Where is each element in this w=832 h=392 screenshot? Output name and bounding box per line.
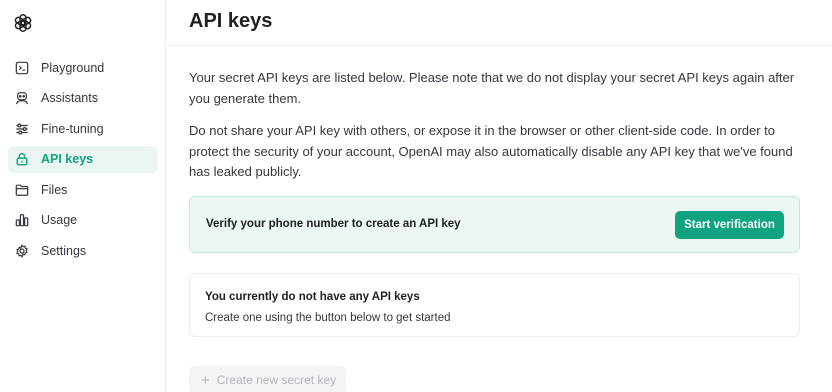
sidebar-item-assistants[interactable]: Assistants [8, 85, 158, 112]
bar-chart-icon [14, 212, 30, 228]
sidebar-item-label: Usage [41, 213, 78, 228]
sidebar-item-api-keys[interactable]: API keys [8, 145, 158, 173]
page-title: API keys [189, 10, 273, 32]
robot-icon [14, 90, 30, 106]
empty-state-card: You currently do not have any API keys C… [189, 273, 800, 337]
terminal-icon [14, 60, 30, 76]
create-secret-key-label: Create new secret key [216, 373, 337, 387]
empty-state-subtitle: Create one using the button below to get… [205, 312, 451, 324]
sidebar-item-fine-tuning[interactable]: Fine-tuning [8, 115, 158, 142]
main-content: Your secret API keys are listed below. P… [189, 68, 801, 392]
sidebar-item-label: API keys [41, 152, 94, 167]
start-verification-button[interactable]: Start verification [675, 211, 784, 239]
folder-icon [14, 182, 30, 198]
sidebar-nav: Playground Assistants Fine-tuning API ke… [8, 54, 158, 268]
sidebar-item-label: Settings [41, 244, 87, 259]
sidebar-item-label: Assistants [41, 91, 98, 106]
sidebar-item-playground[interactable]: Playground [8, 54, 158, 81]
sidebar-item-usage[interactable]: Usage [8, 207, 158, 234]
lock-icon [14, 151, 30, 167]
sidebar-item-settings[interactable]: Settings [8, 238, 158, 265]
warning-text: Do not share your API key with others, o… [189, 123, 793, 179]
sidebar-item-label: Files [41, 182, 68, 197]
plus-icon: + [201, 371, 210, 389]
sidebar: Playground Assistants Fine-tuning API ke… [0, 0, 166, 392]
gear-icon [14, 243, 30, 259]
sidebar-item-files[interactable]: Files [8, 176, 158, 203]
sidebar-item-label: Fine-tuning [41, 121, 104, 136]
sidebar-item-label: Playground [41, 60, 105, 75]
empty-state-title: You currently do not have any API keys [205, 291, 420, 303]
create-secret-key-button[interactable]: + Create new secret key [189, 366, 346, 392]
verify-phone-text: Verify your phone number to create an AP… [206, 218, 461, 230]
sliders-icon [14, 121, 30, 137]
page-header: API keys [167, 0, 832, 46]
verify-phone-banner: Verify your phone number to create an AP… [189, 196, 800, 253]
intro-text: Your secret API keys are listed below. P… [189, 70, 795, 106]
openai-logo-icon[interactable] [11, 11, 35, 35]
